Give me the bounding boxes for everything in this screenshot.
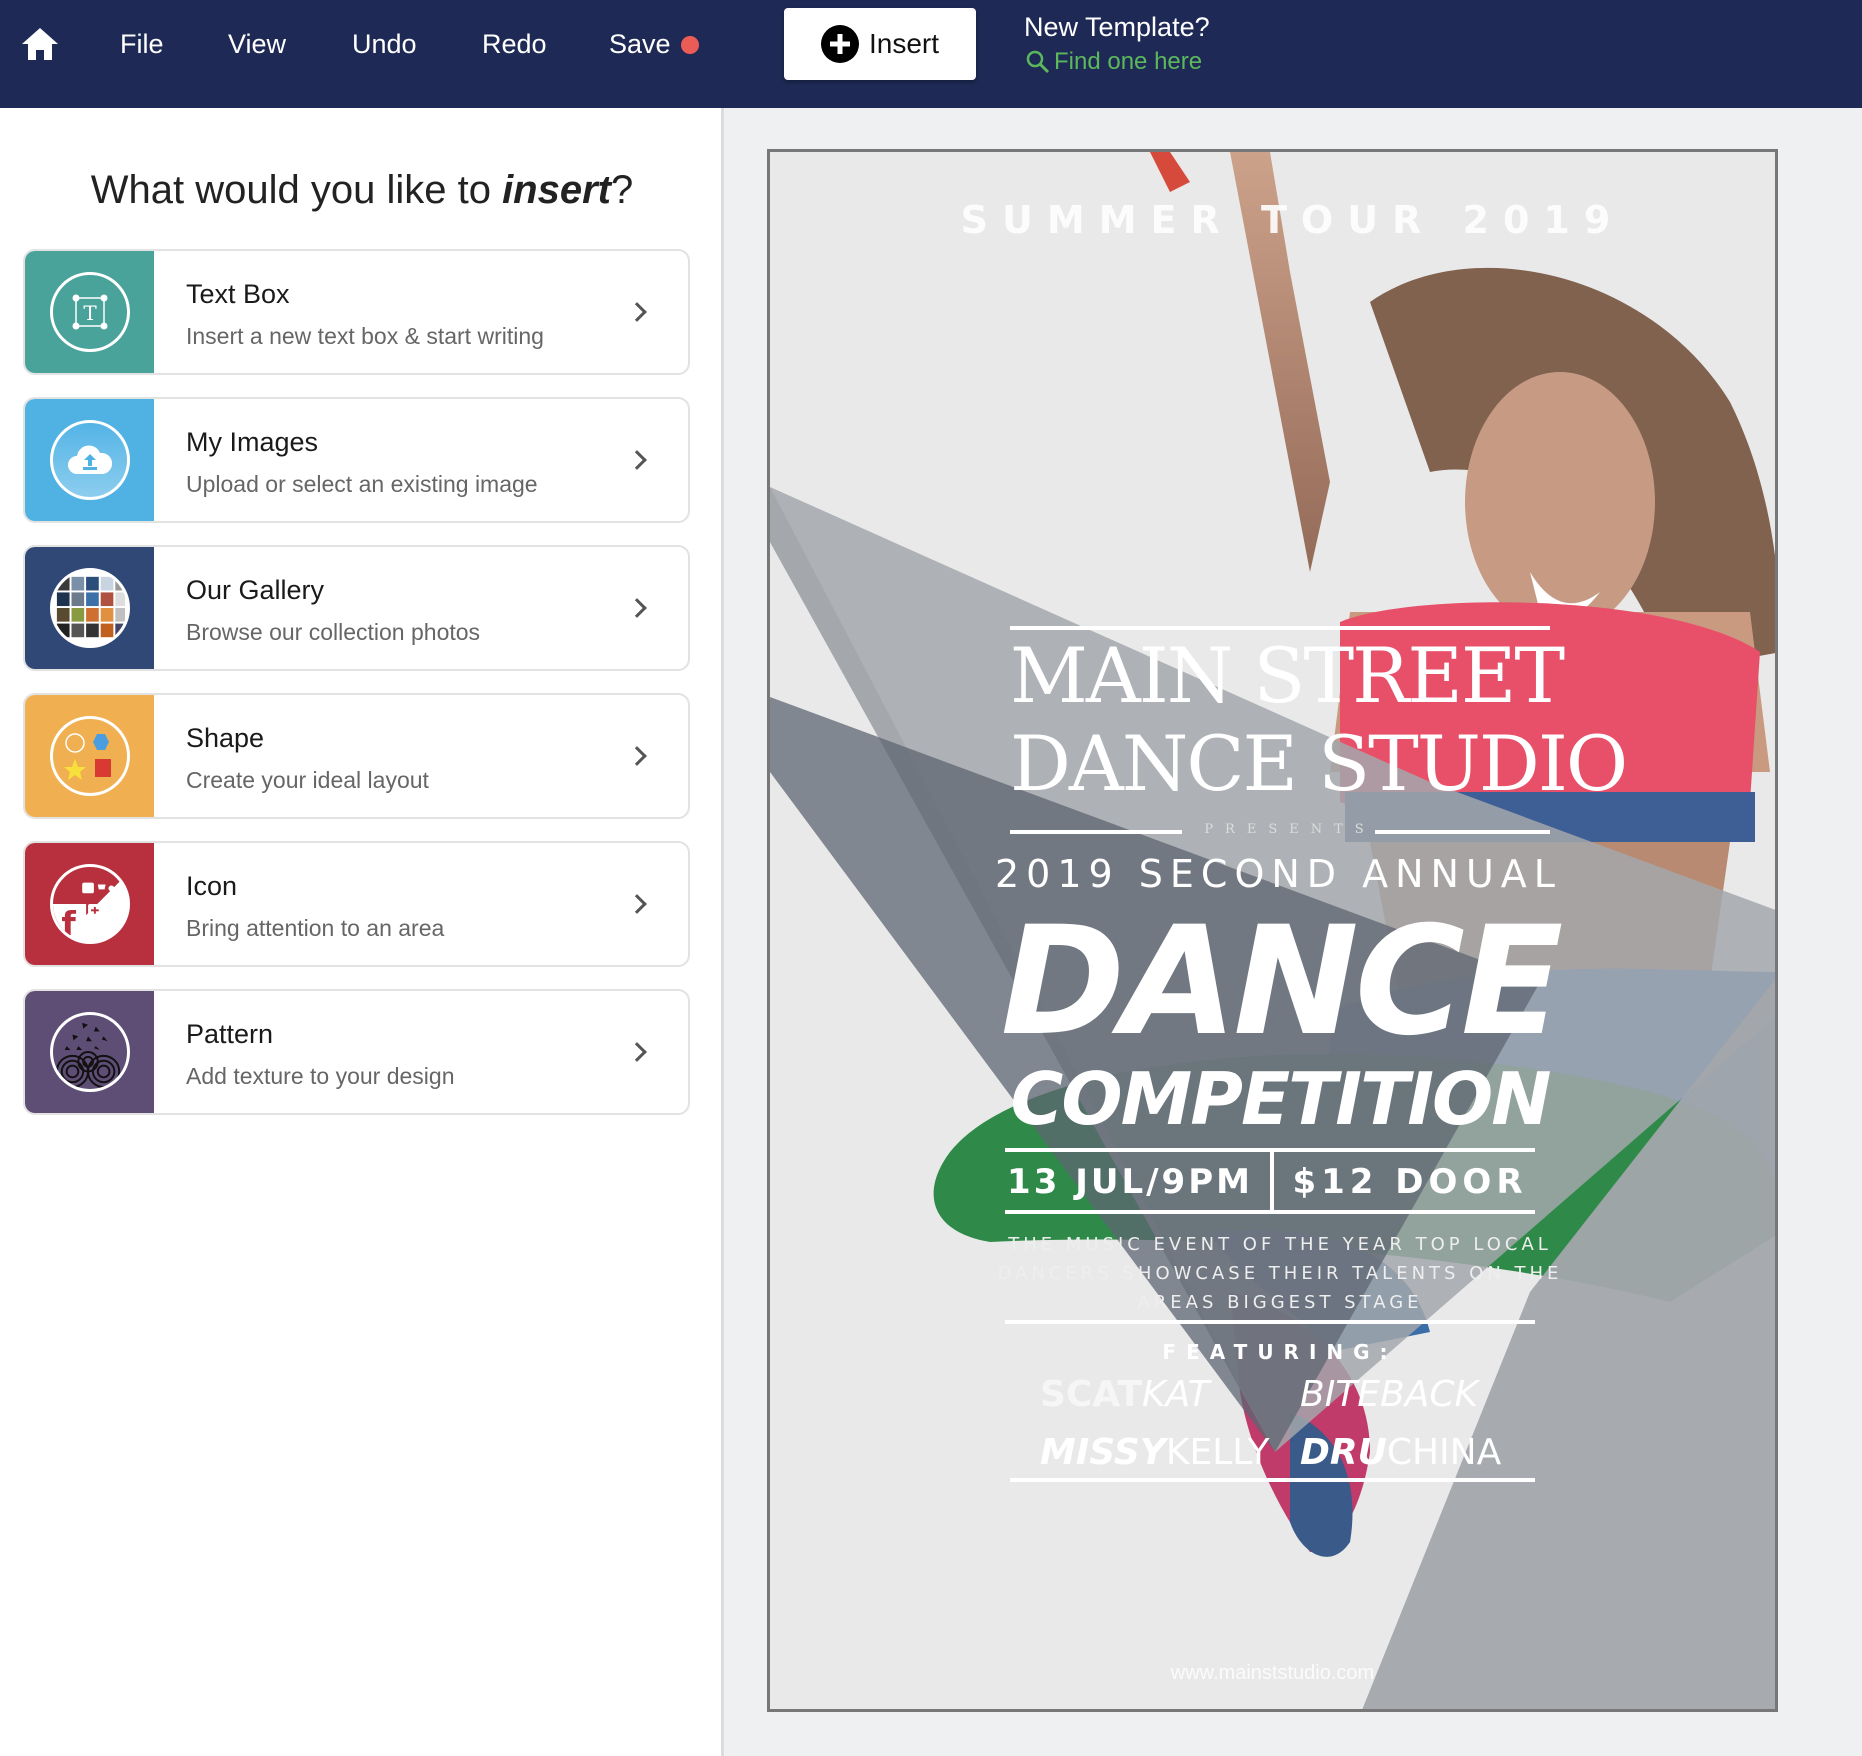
home-button[interactable] [20, 26, 60, 62]
new-template-prompt: New Template? [1024, 12, 1210, 42]
redo-button[interactable]: Redo [482, 26, 547, 62]
performer-part: SCAT [1040, 1374, 1142, 1415]
chevron-right-icon [627, 302, 647, 322]
text-box-thumb: T [25, 251, 154, 373]
find-template-link[interactable]: Find one here [1026, 48, 1202, 76]
card-title: My Images [186, 427, 319, 457]
cloud-upload-icon [49, 420, 130, 500]
studio-line-1: MAIN STREET [1010, 631, 1565, 720]
title-suffix: ? [611, 168, 634, 212]
card-description: Add texture to your design [186, 1063, 455, 1089]
title-emphasis: insert [502, 168, 611, 212]
card-title: Pattern [186, 1019, 274, 1049]
performer-part: KELLY [1165, 1432, 1270, 1473]
performer-part: DRU [1300, 1432, 1387, 1473]
card-description: Upload or select an existing image [186, 471, 538, 497]
svg-text:T: T [83, 301, 97, 325]
performer-scat-kat[interactable]: SCATKAT [1040, 1374, 1210, 1415]
shapes-icon [49, 716, 130, 796]
poster-presents[interactable]: PRESENTS [1190, 822, 1390, 837]
insert-option-text-box[interactable]: T Text Box Insert a new text box & start… [23, 249, 690, 375]
poster-tagline[interactable]: SUMMER TOUR 2019 [770, 198, 1775, 242]
insert-panel: What would you like to insert? T Text Bo… [0, 108, 724, 1756]
search-icon [1026, 50, 1050, 74]
insert-button[interactable]: Insert [784, 8, 976, 80]
card-description: Browse our collection photos [186, 619, 481, 645]
performer-part: MISSY [1040, 1432, 1166, 1473]
chevron-right-icon [627, 894, 647, 914]
poster-blurb[interactable]: THE MUSIC EVENT OF THE YEAR TOP LOCAL DA… [990, 1230, 1570, 1317]
menu-file[interactable]: File [120, 26, 164, 62]
menu-view[interactable]: View [228, 26, 286, 62]
performer-part: KAT [1141, 1374, 1210, 1415]
find-template-label: Find one here [1054, 48, 1203, 75]
top-toolbar: File View Undo Redo Save Insert New Temp… [0, 0, 1862, 108]
card-description: Insert a new text box & start writing [186, 323, 544, 349]
social-icons-icon: f [49, 864, 130, 944]
insert-label: Insert [868, 28, 940, 59]
insert-option-pattern[interactable]: Pattern Add texture to your design [23, 989, 690, 1115]
icon-thumb: f [25, 843, 154, 965]
save-button[interactable]: Save [609, 26, 699, 62]
my-images-thumb [25, 399, 154, 521]
design-canvas-poster[interactable]: SUMMER TOUR 2019 MAIN STREET DANCE STUDIO… [767, 149, 1778, 1712]
card-title: Text Box [186, 279, 290, 309]
poster-url[interactable]: www.mainststudio.com [770, 1662, 1775, 1685]
poster-headline[interactable]: DANCE [1000, 902, 1564, 1062]
performer-part: BITE [1300, 1374, 1381, 1415]
shape-thumb [25, 695, 154, 817]
chevron-right-icon [627, 746, 647, 766]
performer-missy-kelly[interactable]: MISSYKELLY [1040, 1432, 1270, 1473]
unsaved-indicator [680, 36, 699, 54]
divider-line [1010, 626, 1550, 630]
text-box-icon: T [49, 272, 130, 352]
gallery-icon [49, 568, 130, 648]
card-title: Our Gallery [186, 575, 325, 605]
gallery-thumb [25, 547, 154, 669]
chevron-right-icon [627, 598, 647, 618]
plus-circle-icon [820, 25, 859, 63]
pattern-icon [49, 1012, 130, 1092]
poster-price[interactable]: $12 DOOR [1270, 1162, 1550, 1202]
divider-line [1375, 830, 1550, 834]
chevron-right-icon [627, 450, 647, 470]
divider-line [1010, 1478, 1535, 1482]
divider-line [1010, 830, 1182, 834]
card-title: Icon [186, 871, 238, 901]
poster-headline-2[interactable]: COMPETITION [1000, 1057, 1560, 1141]
poster-subtitle[interactable]: 2019 SECOND ANNUAL [995, 852, 1555, 896]
home-icon [22, 28, 58, 60]
performer-part: BACK [1380, 1374, 1479, 1415]
card-description: Bring attention to an area [186, 915, 445, 941]
insert-option-icon[interactable]: f Icon Bring attention to an area [23, 841, 690, 967]
performer-bite-back[interactable]: BITEBACK [1300, 1374, 1478, 1415]
poster-featuring[interactable]: FEATURING: [1070, 1340, 1490, 1364]
pattern-thumb [25, 991, 154, 1113]
panel-title: What would you like to insert? [0, 168, 724, 213]
undo-button[interactable]: Undo [352, 26, 417, 62]
studio-line-2: DANCE STUDIO [1010, 719, 1628, 808]
insert-option-shape[interactable]: Shape Create your ideal layout [23, 693, 690, 819]
divider-line [1005, 1210, 1535, 1214]
divider-line [1005, 1320, 1535, 1324]
insert-option-our-gallery[interactable]: Our Gallery Browse our collection photos [23, 545, 690, 671]
poster-date[interactable]: 13 JUL/9PM [1005, 1162, 1255, 1202]
insert-option-my-images[interactable]: My Images Upload or select an existing i… [23, 397, 690, 523]
card-title: Shape [186, 723, 265, 753]
performer-dru-china[interactable]: DRUCHINA [1300, 1432, 1501, 1473]
title-prefix: What would you like to [90, 168, 503, 212]
card-description: Create your ideal layout [186, 767, 429, 793]
performer-part: CHINA [1386, 1432, 1502, 1473]
save-label: Save [609, 29, 671, 59]
chevron-right-icon [627, 1042, 647, 1062]
poster-studio-name[interactable]: MAIN STREET DANCE STUDIO [1010, 631, 1628, 808]
svg-text:f: f [61, 904, 76, 942]
